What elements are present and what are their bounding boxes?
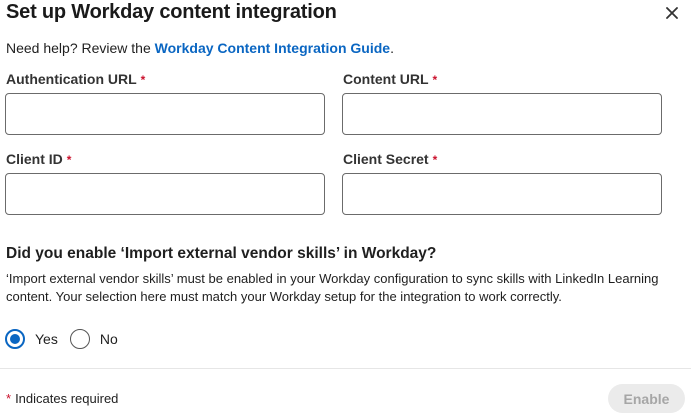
content-url-field-box	[342, 93, 662, 135]
enable-button[interactable]: Enable	[608, 384, 685, 413]
required-asterisk: *	[6, 391, 12, 406]
content-url-label: Content URL *	[343, 71, 437, 87]
required-footnote: * Indicates required	[6, 391, 118, 406]
client-id-input[interactable]	[6, 174, 324, 214]
auth-url-field-box	[5, 93, 325, 135]
radio-yes-label: Yes	[35, 331, 58, 347]
footer-divider	[0, 368, 691, 369]
radio-selected-icon[interactable]	[5, 329, 25, 349]
close-button[interactable]	[660, 1, 684, 25]
client-id-label-text: Client ID	[6, 151, 63, 167]
help-prefix: Need help? Review the	[6, 40, 155, 56]
auth-url-label-text: Authentication URL	[6, 71, 137, 87]
vendor-skills-question: Did you enable ‘Import external vendor s…	[6, 245, 437, 262]
radio-no[interactable]: No	[69, 329, 118, 349]
help-suffix: .	[390, 40, 394, 56]
client-secret-label: Client Secret *	[343, 151, 437, 167]
vendor-skills-description: ‘Import external vendor skills’ must be …	[6, 271, 659, 304]
help-text: Need help? Review the Workday Content In…	[6, 40, 394, 56]
client-secret-input[interactable]	[343, 174, 661, 214]
required-asterisk: *	[66, 153, 72, 167]
auth-url-label: Authentication URL *	[6, 71, 145, 87]
content-url-input[interactable]	[343, 94, 661, 134]
dialog-title: Set up Workday content integration	[6, 1, 337, 23]
radio-unselected-icon[interactable]	[69, 329, 90, 349]
content-url-label-text: Content URL	[343, 71, 429, 87]
vendor-skills-radio-group: Yes No	[5, 329, 130, 349]
client-id-label: Client ID *	[6, 151, 71, 167]
radio-no-label: No	[99, 331, 118, 347]
required-asterisk: *	[432, 73, 438, 87]
close-icon	[666, 7, 678, 19]
client-id-field-box	[5, 173, 325, 215]
required-note-text: Indicates required	[15, 391, 119, 406]
integration-guide-link[interactable]: Workday Content Integration Guide	[155, 40, 390, 56]
radio-yes[interactable]: Yes	[5, 329, 58, 349]
client-secret-field-box	[342, 173, 662, 215]
client-secret-label-text: Client Secret	[343, 151, 429, 167]
required-asterisk: *	[432, 153, 438, 167]
required-asterisk: *	[140, 73, 146, 87]
auth-url-input[interactable]	[6, 94, 324, 134]
